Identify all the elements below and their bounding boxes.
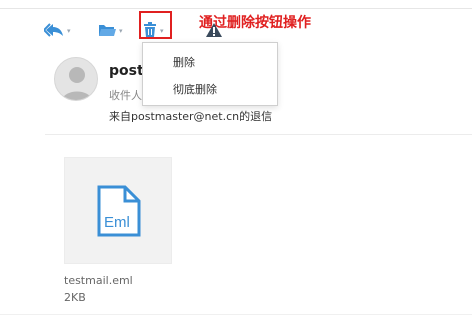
recipient-label: 收件人	[109, 89, 142, 102]
message-from-line: 来自postmaster@net.cn的退信	[109, 110, 273, 123]
attachment-file-name[interactable]: testmail.eml	[64, 274, 133, 287]
top-divider	[0, 8, 472, 9]
reply-all-icon	[42, 22, 64, 41]
move-folder-button[interactable]: ▾	[98, 20, 123, 42]
reply-all-button[interactable]: ▾	[42, 20, 71, 42]
delete-dropdown-menu: 删除 彻底删除	[142, 42, 278, 106]
menu-item-permanent-delete[interactable]: 彻底删除	[173, 81, 217, 97]
alert-triangle-icon	[206, 22, 222, 41]
attachment-file-size: 2KB	[64, 291, 86, 304]
attachment-card[interactable]: Eml	[64, 157, 172, 264]
folder-move-icon	[98, 22, 116, 41]
bottom-divider	[0, 314, 472, 315]
chevron-down-icon: ▾	[67, 26, 71, 35]
eml-file-icon: Eml	[97, 185, 141, 237]
eml-icon-label: Eml	[104, 214, 130, 231]
menu-item-delete[interactable]: 删除	[173, 54, 195, 70]
chevron-down-icon: ▾	[119, 26, 123, 35]
content-divider	[45, 134, 472, 135]
delete-button-highlight	[139, 11, 172, 39]
avatar	[54, 57, 98, 101]
